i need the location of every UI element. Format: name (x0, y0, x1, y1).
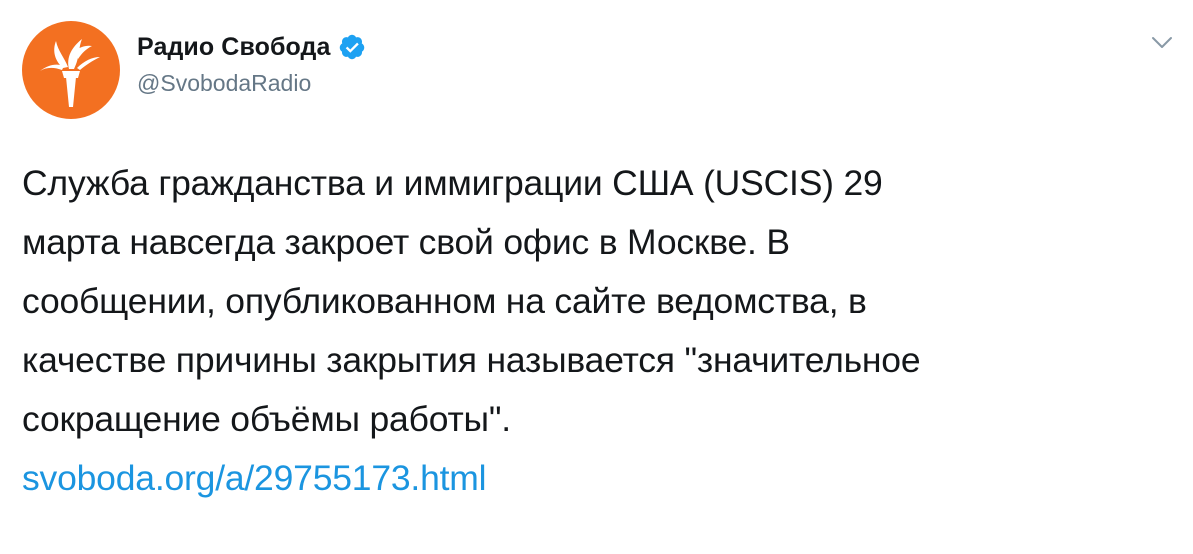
avatar[interactable] (22, 21, 120, 119)
tweet-text-line: Служба гражданства и иммиграции США (USC… (22, 163, 883, 203)
author-handle[interactable]: @SvobodaRadio (137, 70, 311, 97)
torch-logo (40, 39, 100, 107)
tweet-text-line: сообщении, опубликованном на сайте ведом… (22, 281, 867, 321)
tweet-text: Служба гражданства и иммиграции США (USC… (22, 154, 1182, 508)
tweet-card: Радио Свобода @SvobodaRadio Служба гражд… (0, 0, 1193, 554)
tweet-link[interactable]: svoboda.org/a/29755173.html (22, 458, 487, 498)
tweet-text-line: сокращение объёмы работы". (22, 399, 511, 439)
tweet-text-line: качестве причины закрытия называется "зн… (22, 340, 921, 380)
chevron-down-icon[interactable] (1150, 34, 1174, 52)
verified-badge-icon (338, 33, 366, 61)
tweet-link-line: svoboda.org/a/29755173.html (22, 449, 1182, 508)
tweet-text-line: марта навсегда закроет свой офис в Москв… (22, 222, 790, 262)
author-display-name[interactable]: Радио Свобода (137, 33, 331, 62)
author-name-row[interactable]: Радио Свобода (137, 30, 366, 64)
